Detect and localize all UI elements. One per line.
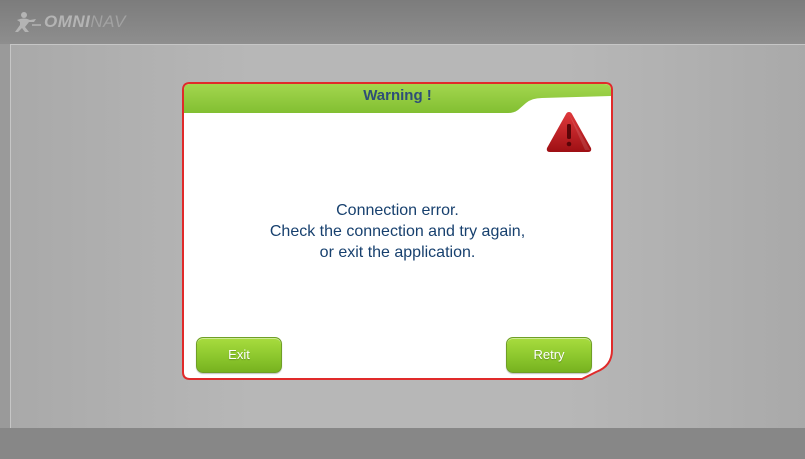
message-line: or exit the application. (319, 244, 476, 261)
dialog-message: Connection error. Check the connection a… (182, 200, 613, 263)
logo-wordmark: OMNI NAV (44, 12, 126, 32)
logo-text-tail: NAV (90, 12, 126, 31)
retry-button[interactable]: Retry (506, 337, 592, 373)
message-line: Check the connection and try again, (269, 223, 526, 240)
message-line: Connection error. (336, 202, 459, 219)
logo-figure-icon (15, 12, 41, 32)
app-logo: OMNI NAV (14, 10, 126, 34)
warning-triangle-icon (546, 112, 592, 152)
exit-button[interactable]: Exit (196, 337, 282, 373)
top-bar: OMNI NAV (0, 0, 805, 44)
bottom-bar (0, 428, 805, 459)
warning-dialog: Warning ! Connection error. Check the co… (182, 82, 613, 380)
dialog-title: Warning ! (363, 87, 432, 104)
logo-text-main: OMNI (44, 12, 91, 31)
